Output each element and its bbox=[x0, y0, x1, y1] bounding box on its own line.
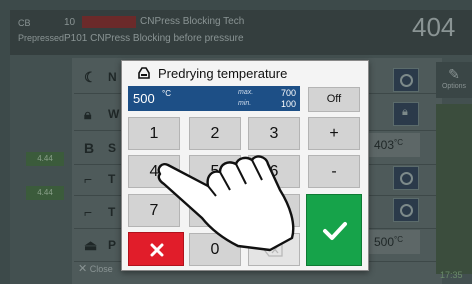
options-button[interactable]: ✎ Options bbox=[436, 62, 472, 98]
side-panel bbox=[436, 104, 472, 274]
program-name: CNPress Blocking Tech bbox=[140, 16, 245, 27]
side-badge: 4.44 bbox=[26, 152, 64, 166]
circle-icon bbox=[400, 204, 413, 217]
program-number: 10 bbox=[64, 17, 76, 28]
side-badge: 4.44 bbox=[26, 186, 64, 200]
program-number-badge bbox=[82, 16, 136, 28]
pen-icon: ✎ bbox=[448, 66, 460, 82]
off-button[interactable]: Off bbox=[308, 87, 360, 112]
min-label: min. bbox=[238, 100, 252, 107]
lock-icon: 🔒︎ bbox=[84, 106, 92, 122]
toggle-button[interactable] bbox=[393, 68, 419, 92]
furnace-icon bbox=[138, 67, 150, 79]
lock-button[interactable]: 🔒︎ bbox=[393, 102, 419, 126]
key-plus[interactable]: + bbox=[308, 117, 360, 150]
param-label: T bbox=[108, 205, 116, 219]
pointing-hand-icon bbox=[157, 155, 295, 252]
close-icon: ✕ bbox=[78, 263, 88, 275]
moon-icon: ☾ bbox=[84, 69, 97, 85]
checkmark-icon bbox=[323, 222, 347, 240]
current-value: 500 bbox=[133, 91, 155, 106]
toggle-button[interactable] bbox=[393, 198, 419, 222]
min-value: 100 bbox=[280, 99, 296, 109]
program-subtitle: P101 CNPress Blocking before pressure bbox=[64, 33, 244, 44]
b-icon: B bbox=[84, 140, 95, 156]
key-minus[interactable]: - bbox=[308, 155, 360, 188]
param-label: P bbox=[108, 238, 117, 252]
ramp-icon: ⌐ bbox=[84, 204, 93, 220]
param-value-b[interactable]: 403°C bbox=[368, 133, 420, 157]
close-label: Close bbox=[89, 264, 113, 274]
param-label: T bbox=[108, 172, 116, 186]
param-value-predrying[interactable]: 500°C bbox=[368, 230, 420, 254]
value-unit: °C bbox=[162, 89, 171, 98]
ramp-icon: ⌐ bbox=[84, 171, 93, 187]
param-label: W bbox=[108, 107, 120, 121]
max-label: max. bbox=[238, 89, 254, 96]
param-label: S bbox=[108, 141, 117, 155]
circle-icon bbox=[400, 74, 413, 87]
param-label: N bbox=[108, 70, 117, 84]
toggle-button[interactable] bbox=[393, 166, 419, 190]
lock-icon: 🔒︎ bbox=[402, 106, 408, 118]
program-sub-code: Prepressed bbox=[18, 33, 65, 43]
max-value: 700 bbox=[280, 88, 296, 98]
value-display: 500 °C max. 700 min. 100 bbox=[128, 86, 300, 111]
current-temperature: 404 bbox=[412, 12, 456, 42]
header-code: CB bbox=[18, 18, 31, 28]
furnace-icon: ⏏ bbox=[84, 237, 98, 253]
clock: 17:35 bbox=[440, 270, 463, 280]
circle-icon bbox=[400, 172, 413, 185]
options-label: Options bbox=[441, 83, 467, 90]
dialog-title: Predrying temperature bbox=[158, 66, 288, 81]
